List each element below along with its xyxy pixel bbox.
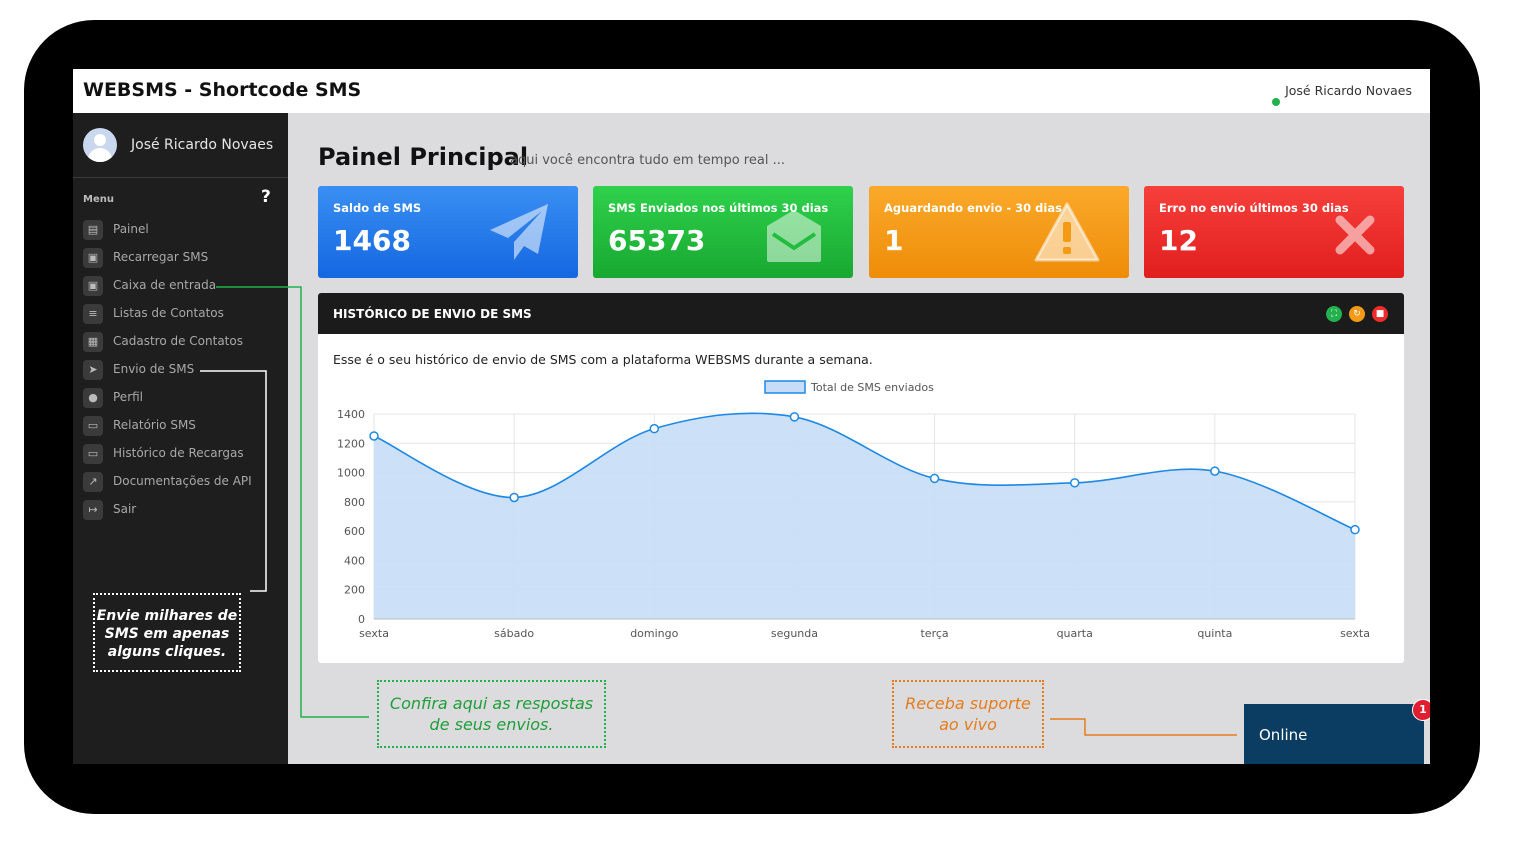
callout-connectors <box>200 286 1237 736</box>
callout-support: Receba suporte ao vivo <box>892 680 1044 748</box>
chat-badge: 1 <box>1412 699 1430 721</box>
chat-label: Online <box>1259 726 1308 744</box>
callout-inbox: Confira aqui as respostas de seus envios… <box>377 680 606 748</box>
chat-widget[interactable]: Online <box>1244 704 1424 764</box>
app-screen: WEBSMS - Shortcode SMS José Ricardo Nova… <box>73 69 1430 764</box>
